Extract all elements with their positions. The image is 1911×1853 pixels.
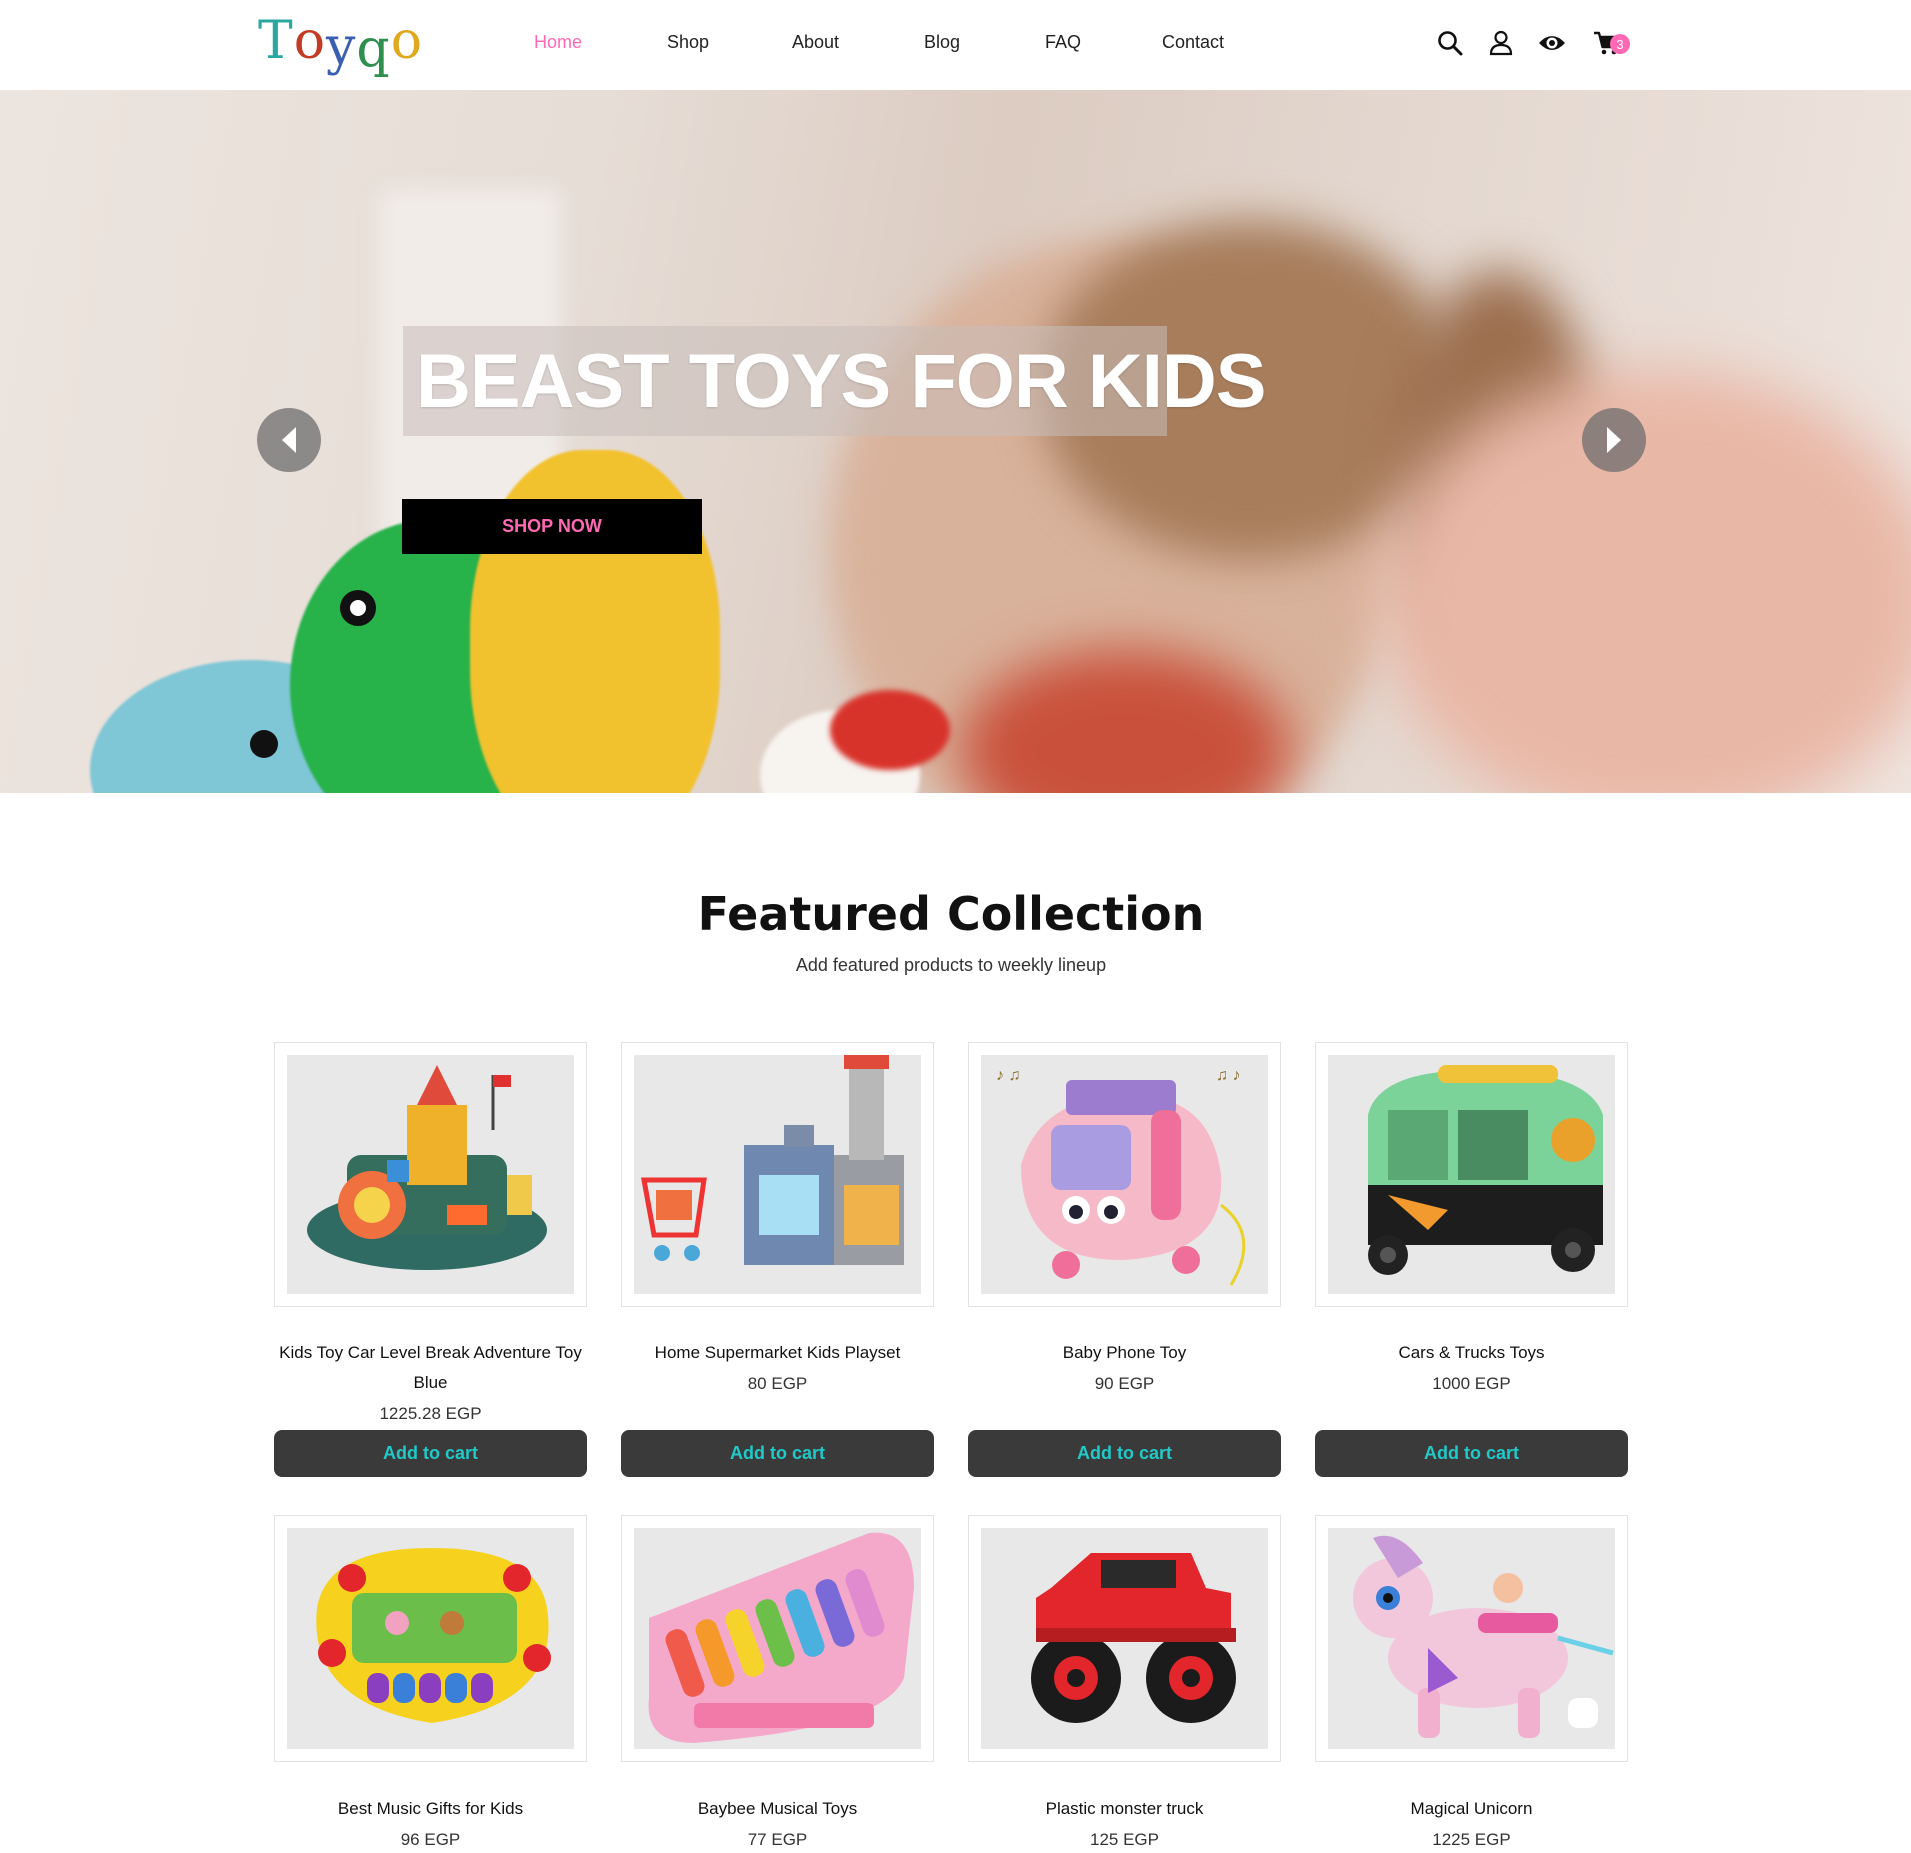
nav-faq[interactable]: FAQ: [1045, 32, 1081, 53]
product-price: 96 EGP: [400, 1830, 461, 1849]
next-slide-button[interactable]: [1582, 408, 1646, 472]
product-image[interactable]: [621, 1515, 934, 1762]
product-price: 80 EGP: [747, 1374, 808, 1393]
product-name[interactable]: Baby Phone Toy: [968, 1338, 1281, 1368]
product-image-monster-truck: [981, 1528, 1268, 1749]
logo-letter: o: [390, 11, 423, 71]
product-image[interactable]: [274, 1042, 587, 1307]
product-price: 77 EGP: [747, 1830, 808, 1849]
svg-text:♫ ♪: ♫ ♪: [1216, 1067, 1240, 1084]
product-image[interactable]: [621, 1042, 934, 1307]
logo[interactable]: Toyqo: [258, 6, 423, 79]
section-title: Featured Collection: [697, 887, 1205, 941]
toy-eye: [250, 730, 278, 758]
svg-text:♪ ♫: ♪ ♫: [996, 1067, 1020, 1084]
section-subtitle: Add featured products to weekly lineup: [795, 955, 1107, 975]
product-name[interactable]: Cars & Trucks Toys: [1315, 1338, 1628, 1368]
product-price: 1225 EGP: [1432, 1830, 1511, 1849]
logo-letter: o: [293, 11, 326, 71]
product-name[interactable]: Plastic monster truck: [968, 1794, 1281, 1824]
add-to-cart-button[interactable]: Add to cart: [1315, 1430, 1628, 1477]
eye-icon[interactable]: [1535, 26, 1569, 60]
product-price: 90 EGP: [1094, 1374, 1155, 1393]
product-name[interactable]: Home Supermarket Kids Playset: [621, 1338, 934, 1368]
product-name[interactable]: Magical Unicorn: [1315, 1794, 1628, 1824]
product-name[interactable]: Baybee Musical Toys: [621, 1794, 934, 1824]
product-image-unicorn-toy: [1328, 1528, 1615, 1749]
logo-letter: q: [356, 19, 391, 79]
prev-slide-button[interactable]: [257, 408, 321, 472]
product-image-music-piano-toy: [287, 1528, 574, 1749]
product-image[interactable]: [1315, 1042, 1628, 1307]
user-icon[interactable]: [1484, 26, 1518, 60]
product-price: 1225.28 EGP: [379, 1404, 482, 1423]
logo-letter: T: [258, 11, 294, 71]
hero-title: BEAST TOYS FOR KIDS: [416, 339, 1266, 424]
site-header: Toyqo Home Shop About Blog FAQ Contact 3: [0, 0, 1911, 90]
product-price: 1000 EGP: [1432, 1374, 1511, 1393]
product-image[interactable]: [1315, 1515, 1628, 1762]
search-icon[interactable]: [1433, 26, 1467, 60]
cart-icon[interactable]: 3: [1590, 26, 1630, 60]
hero-title-box: BEAST TOYS FOR KIDS: [403, 326, 1266, 436]
hero-banner: BEAST TOYS FOR KIDS SHOP NOW: [0, 90, 1911, 793]
nav-home[interactable]: Home: [534, 32, 582, 53]
cart-count-badge: 3: [1610, 34, 1630, 54]
logo-letter: y: [326, 17, 357, 77]
add-to-cart-button[interactable]: Add to cart: [274, 1430, 587, 1477]
product-name[interactable]: Best Music Gifts for Kids: [274, 1794, 587, 1824]
nav-shop[interactable]: Shop: [667, 32, 709, 53]
nav-about[interactable]: About: [792, 32, 839, 53]
product-name[interactable]: Kids Toy Car Level Break Adventure Toy B…: [274, 1338, 587, 1398]
product-image-xylophone-toy: [634, 1528, 921, 1749]
chevron-right-icon: [1607, 427, 1621, 453]
product-price: 125 EGP: [1090, 1830, 1159, 1849]
add-to-cart-button[interactable]: Add to cart: [621, 1430, 934, 1477]
toy-eye: [340, 590, 376, 626]
chevron-left-icon: [282, 427, 296, 453]
toy-bird-shape: [830, 690, 950, 770]
product-image[interactable]: [274, 1515, 587, 1762]
product-image[interactable]: ♪ ♫ ♫ ♪: [968, 1042, 1281, 1307]
shop-now-button[interactable]: SHOP NOW: [402, 499, 702, 554]
nav-blog[interactable]: Blog: [924, 32, 960, 53]
add-to-cart-button[interactable]: Add to cart: [968, 1430, 1281, 1477]
nav-contact[interactable]: Contact: [1162, 32, 1224, 53]
product-image-toy-phone: ♪ ♫ ♫ ♪: [981, 1055, 1268, 1294]
product-image-toy-tuk-tuk: [1328, 1055, 1615, 1294]
product-image-supermarket-playset: [634, 1055, 921, 1294]
product-image-adventure-playset: [287, 1055, 574, 1294]
product-image[interactable]: [968, 1515, 1281, 1762]
